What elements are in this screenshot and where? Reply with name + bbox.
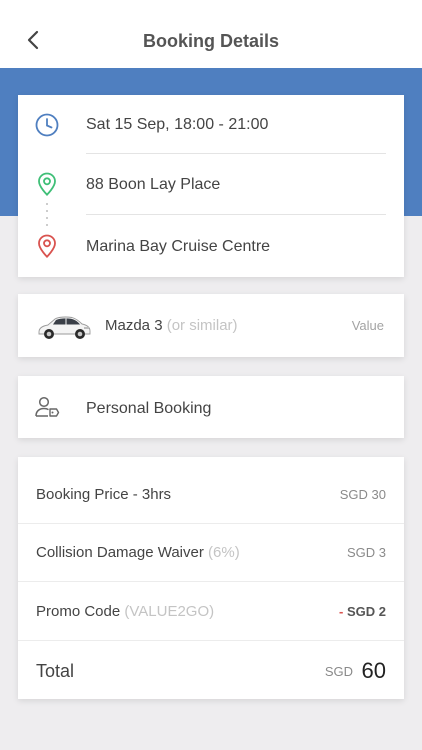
dropoff-pin-icon <box>38 234 56 258</box>
user-tag-icon <box>35 396 60 417</box>
top-bar: Booking Details <box>0 0 422 68</box>
price-label: Booking Price - 3hrs <box>36 486 172 503</box>
car-similar-note: (or similar) <box>166 317 238 334</box>
car-model: Mazda 3 <box>105 317 163 334</box>
promo-line[interactable]: Promo Code (VALUE2GO) - SGD 2 <box>18 582 404 641</box>
price-value: SGD 30 <box>339 487 386 502</box>
total-label: Total <box>36 661 75 681</box>
page-title: Booking Details <box>142 31 280 51</box>
car-name: Mazda 3 (or similar) <box>105 317 238 334</box>
divider <box>86 214 386 215</box>
pickup-row[interactable]: 88 Boon Lay Place <box>18 155 404 215</box>
datetime-row[interactable]: Sat 15 Sep, 18:00 - 21:00 <box>18 95 404 155</box>
total-currency: SGD <box>324 664 353 679</box>
car-card[interactable]: Mazda 3 (or similar) Value <box>18 294 404 357</box>
divider <box>86 153 386 154</box>
price-value: SGD 3 <box>346 545 386 560</box>
total-amount: 60 <box>361 658 386 683</box>
datetime-text: Sat 15 Sep, 18:00 - 21:00 <box>86 116 269 133</box>
route-card: Sat 15 Sep, 18:00 - 21:00 88 Boon Lay Pl… <box>18 95 404 277</box>
booking-type-card[interactable]: Personal Booking <box>18 376 404 438</box>
pickup-text: 88 Boon Lay Place <box>86 176 221 193</box>
dropoff-row[interactable]: Marina Bay Cruise Centre <box>18 217 404 277</box>
car-image <box>38 316 91 339</box>
price-card: Booking Price - 3hrs SGD 30 Collision Da… <box>18 457 404 699</box>
dropoff-text: Marina Bay Cruise Centre <box>86 238 271 255</box>
pickup-pin-icon <box>38 172 56 196</box>
price-line: Booking Price - 3hrs SGD 30 <box>18 465 404 524</box>
price-line: Collision Damage Waiver (6%) SGD 3 <box>18 523 404 582</box>
clock-icon <box>35 113 59 137</box>
total-line: Total SGD 60 <box>18 641 404 705</box>
booking-type-text: Personal Booking <box>86 400 212 417</box>
price-label: Collision Damage Waiver (6%) <box>36 544 240 561</box>
promo-value: - SGD 2 <box>339 604 386 619</box>
car-class: Value <box>351 318 384 333</box>
promo-label: Promo Code (VALUE2GO) <box>36 603 215 620</box>
